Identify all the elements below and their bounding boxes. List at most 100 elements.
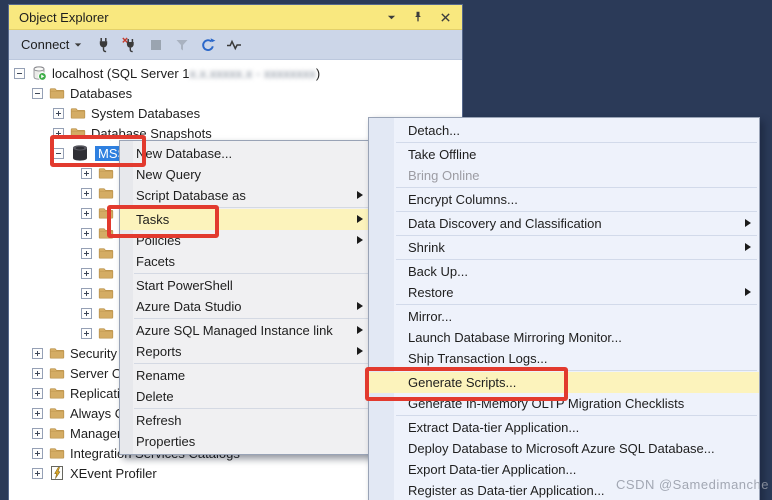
submenu-item-shrink[interactable]: Shrink <box>369 237 759 258</box>
expand-icon[interactable] <box>53 108 64 119</box>
chevron-down-icon <box>74 41 82 49</box>
submenu-arrow-icon <box>357 215 363 223</box>
submenu-item-ship-transaction-logs[interactable]: Ship Transaction Logs... <box>369 348 759 369</box>
menu-item-label: Back Up... <box>408 264 468 279</box>
server-icon <box>31 65 47 81</box>
menu-item-facets[interactable]: Facets <box>120 251 371 272</box>
menu-item-label: Deploy Database to Microsoft Azure SQL D… <box>408 441 715 456</box>
submenu-arrow-icon <box>357 326 363 334</box>
menu-item-new-query[interactable]: New Query <box>120 164 371 185</box>
folder-icon <box>49 385 65 401</box>
tree-item-label: Databases <box>70 86 132 101</box>
collapse-icon[interactable] <box>14 68 25 79</box>
expand-icon[interactable] <box>32 468 43 479</box>
submenu-item-launch-mirroring-monitor[interactable]: Launch Database Mirroring Monitor... <box>369 327 759 348</box>
close-icon[interactable] <box>438 10 452 24</box>
folder-icon <box>98 165 114 181</box>
tree-item-localhost[interactable]: localhost (SQL Server 1x.x.xxxxx.x - xxx… <box>9 63 462 83</box>
window-position-icon[interactable] <box>384 10 398 24</box>
menu-separator <box>134 318 369 319</box>
expand-icon[interactable] <box>81 268 92 279</box>
menu-separator <box>134 408 369 409</box>
expand-icon[interactable] <box>32 368 43 379</box>
expand-icon[interactable] <box>81 288 92 299</box>
menu-item-label: Reports <box>136 344 182 359</box>
menu-item-label: Mirror... <box>408 309 452 324</box>
panel-title: Object Explorer <box>19 10 109 25</box>
pin-icon[interactable] <box>411 10 425 24</box>
expand-icon[interactable] <box>81 168 92 179</box>
object-explorer-toolbar: Connect <box>9 30 462 60</box>
menu-item-label: Shrink <box>408 240 445 255</box>
expand-icon[interactable] <box>32 388 43 399</box>
refresh-icon[interactable] <box>199 36 216 53</box>
menu-item-label: Ship Transaction Logs... <box>408 351 547 366</box>
expand-icon[interactable] <box>32 408 43 419</box>
menu-item-label: Delete <box>136 389 174 404</box>
menu-item-new-database[interactable]: New Database... <box>120 143 371 164</box>
submenu-item-mirror[interactable]: Mirror... <box>369 306 759 327</box>
menu-item-rename[interactable]: Rename <box>120 365 371 386</box>
menu-item-label: Bring Online <box>408 168 480 183</box>
menu-item-label: Script Database as <box>136 188 246 203</box>
menu-separator <box>396 211 757 212</box>
menu-item-label: Properties <box>136 434 195 449</box>
menu-item-label: Data Discovery and Classification <box>408 216 602 231</box>
connect-button[interactable]: Connect <box>17 35 86 54</box>
expand-icon[interactable] <box>32 348 43 359</box>
expand-icon[interactable] <box>81 208 92 219</box>
submenu-arrow-icon <box>357 236 363 244</box>
folder-icon <box>49 345 65 361</box>
menu-separator <box>134 363 369 364</box>
connect-label: Connect <box>21 37 69 52</box>
tree-item-databases[interactable]: Databases <box>9 83 462 103</box>
expand-icon[interactable] <box>32 428 43 439</box>
disconnect-plug-icon[interactable] <box>121 36 138 53</box>
xevent-icon <box>49 465 65 481</box>
menu-separator <box>396 304 757 305</box>
expand-icon[interactable] <box>32 448 43 459</box>
expand-icon[interactable] <box>81 228 92 239</box>
submenu-item-data-discovery[interactable]: Data Discovery and Classification <box>369 213 759 234</box>
menu-item-label: Export Data-tier Application... <box>408 462 576 477</box>
menu-item-script-database-as[interactable]: Script Database as <box>120 185 371 206</box>
folder-icon <box>49 445 65 461</box>
folder-icon <box>49 405 65 421</box>
menu-item-label: Restore <box>408 285 454 300</box>
menu-item-azure-data-studio[interactable]: Azure Data Studio <box>120 296 371 317</box>
submenu-arrow-icon <box>745 219 751 227</box>
activity-monitor-icon[interactable] <box>225 36 242 53</box>
menu-item-label: Take Offline <box>408 147 476 162</box>
expand-icon[interactable] <box>81 328 92 339</box>
menu-item-label: Azure Data Studio <box>136 299 242 314</box>
submenu-item-take-offline[interactable]: Take Offline <box>369 144 759 165</box>
expand-icon[interactable] <box>81 248 92 259</box>
folder-icon <box>98 265 114 281</box>
expand-icon[interactable] <box>81 188 92 199</box>
menu-item-refresh[interactable]: Refresh <box>120 410 371 431</box>
submenu-item-restore[interactable]: Restore <box>369 282 759 303</box>
database-context-menu: New Database... New Query Script Databas… <box>119 140 372 455</box>
menu-separator <box>396 187 757 188</box>
annotation-box-database <box>50 135 146 167</box>
collapse-icon[interactable] <box>32 88 43 99</box>
submenu-item-encrypt-columns[interactable]: Encrypt Columns... <box>369 189 759 210</box>
filter-icon <box>173 36 190 53</box>
submenu-arrow-icon <box>357 347 363 355</box>
submenu-item-detach[interactable]: Detach... <box>369 120 759 141</box>
menu-item-properties[interactable]: Properties <box>120 431 371 452</box>
menu-item-label: Register as Data-tier Application... <box>408 483 605 498</box>
menu-item-reports[interactable]: Reports <box>120 341 371 362</box>
menu-item-azure-sql-managed-instance-link[interactable]: Azure SQL Managed Instance link <box>120 320 371 341</box>
menu-item-label: Azure SQL Managed Instance link <box>136 323 333 338</box>
menu-item-delete[interactable]: Delete <box>120 386 371 407</box>
submenu-item-deploy-to-azure[interactable]: Deploy Database to Microsoft Azure SQL D… <box>369 438 759 459</box>
watermark: CSDN @Samedimanche <box>616 477 769 492</box>
folder-icon <box>49 365 65 381</box>
menu-separator <box>134 273 369 274</box>
submenu-item-back-up[interactable]: Back Up... <box>369 261 759 282</box>
connect-plug-icon[interactable] <box>95 36 112 53</box>
menu-item-start-powershell[interactable]: Start PowerShell <box>120 275 371 296</box>
submenu-item-extract-data-tier[interactable]: Extract Data-tier Application... <box>369 417 759 438</box>
expand-icon[interactable] <box>81 308 92 319</box>
